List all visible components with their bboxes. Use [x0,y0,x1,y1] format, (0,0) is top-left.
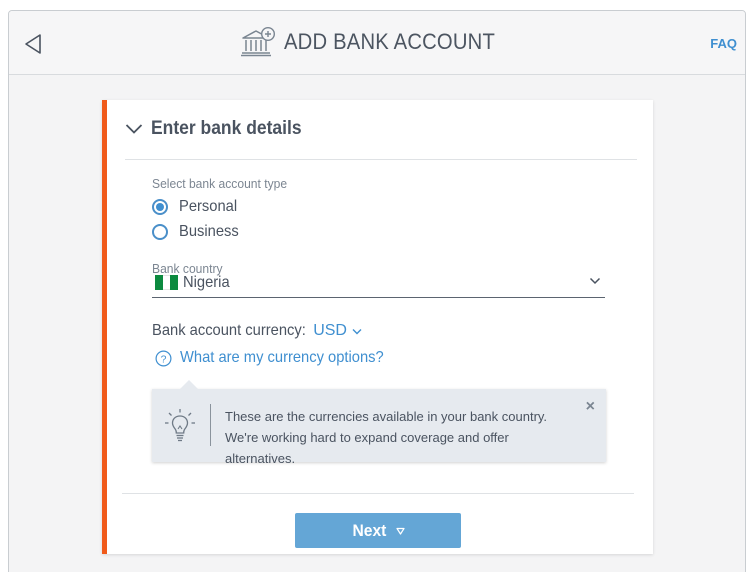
flag-stripe-left [155,275,163,290]
bank-country-select[interactable]: Nigeria [152,268,605,298]
help-link-text: What are my currency options? [180,349,384,366]
faq-link[interactable]: FAQ [710,36,737,51]
section-divider [125,159,637,160]
currency-tooltip: These are the currencies available in yo… [152,380,606,466]
currency-dropdown[interactable]: USD [313,322,362,340]
radio-business[interactable]: Business [152,223,244,241]
title-wrap: ADD BANK ACCOUNT [9,27,745,57]
chevron-down-icon [589,277,601,285]
page-title: ADD BANK ACCOUNT [284,29,496,54]
radio-personal[interactable]: Personal [152,198,242,216]
chevron-down-icon [352,328,362,334]
bank-country-value: Nigeria [183,274,230,291]
radio-label-business: Business [179,223,239,240]
svg-text:?: ? [161,353,167,365]
next-button[interactable]: Next [295,513,461,548]
radio-button-business[interactable] [152,224,168,240]
header: ADD BANK ACCOUNT FAQ [9,11,745,75]
account-type-label: Select bank account type [152,176,288,191]
flag-stripe-right [170,275,179,290]
lightbulb-icon [165,409,195,442]
tooltip-text: These are the currencies available in yo… [225,409,548,466]
bank-add-icon [241,27,276,57]
currency-value: USD [313,322,347,339]
footer-divider [122,493,634,494]
radio-button-personal[interactable] [152,199,168,215]
flag-stripe-center [162,275,171,290]
section-header[interactable]: Enter bank details [125,118,315,140]
currency-label: Bank account currency: [152,322,306,339]
section-title: Enter bank details [151,118,302,139]
triangle-down-icon [396,527,405,535]
next-button-label: Next [352,520,387,540]
tooltip-separator [210,404,211,446]
tooltip-close-button[interactable]: × [586,398,595,416]
radio-label-personal: Personal [179,198,238,215]
question-circle-icon: ? [155,349,172,367]
chevron-down-icon [125,124,143,134]
bank-details-card: Enter bank details Select bank account t… [102,100,653,554]
currency-help-link[interactable]: ? What are my currency options? [155,349,401,367]
app-window: ADD BANK ACCOUNT FAQ Enter bank details … [8,10,746,572]
nigeria-flag-icon [155,275,179,290]
currency-line: Bank account currency: USD [152,322,362,340]
